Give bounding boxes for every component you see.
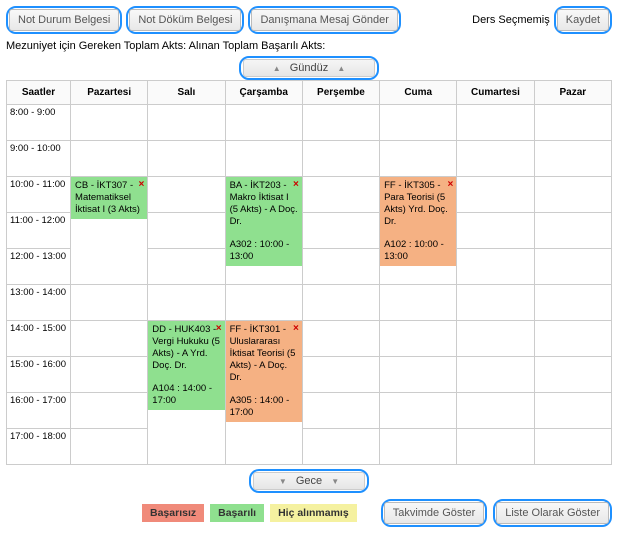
- highlight-ring: Not Durum Belgesi: [6, 6, 122, 34]
- course-loc: A102 : 10:00 - 13:00: [384, 239, 444, 262]
- danismana-mesaj-button[interactable]: Danışmana Mesaj Gönder: [251, 9, 397, 31]
- course-block-ikt307[interactable]: × CB - İKT307 - Matematiksel İktisat I (…: [71, 177, 147, 219]
- highlight-ring: Kaydet: [554, 6, 612, 34]
- time-cell: 15:00 - 16:00: [7, 357, 71, 393]
- course-loc: A302 : 10:00 - 13:00: [230, 239, 290, 262]
- status-text: Ders Seçmemiş: [472, 14, 550, 26]
- chevron-down-icon: ▼: [279, 477, 287, 486]
- time-cell: 17:00 - 18:00: [7, 429, 71, 465]
- takvimde-goster-button[interactable]: Takvimde Göster: [384, 502, 485, 524]
- not-durum-button[interactable]: Not Durum Belgesi: [9, 9, 119, 31]
- course-block-ikt203[interactable]: × BA - İKT203 - Makro İktisat I (5 Akts)…: [226, 177, 302, 266]
- event-cell[interactable]: × FF - İKT305 - Para Teorisi (5 Akts) Yr…: [380, 177, 457, 285]
- close-icon[interactable]: ×: [293, 179, 299, 192]
- time-cell: 8:00 - 9:00: [7, 105, 71, 141]
- gunduz-toggle[interactable]: ▲ Gündüz ▲: [243, 59, 375, 77]
- time-cell: 11:00 - 12:00: [7, 213, 71, 249]
- course-text: FF - İKT305 - Para Teorisi (5 Akts) Yrd.…: [384, 180, 448, 227]
- course-loc: A305 : 14:00 - 17:00: [230, 395, 290, 418]
- table-header-row: Saatler Pazartesi Salı Çarşamba Perşembe…: [7, 81, 612, 105]
- event-cell[interactable]: × DD - HUK403 - Vergi Hukuku (5 Akts) - …: [148, 321, 225, 465]
- course-block-ikt305[interactable]: × FF - İKT305 - Para Teorisi (5 Akts) Yr…: [380, 177, 456, 266]
- band-label: Gece: [296, 475, 322, 487]
- chevron-down-icon: ▼: [331, 477, 339, 486]
- schedule-table: Saatler Pazartesi Salı Çarşamba Perşembe…: [6, 80, 612, 465]
- course-block-huk403[interactable]: × DD - HUK403 - Vergi Hukuku (5 Akts) - …: [148, 321, 224, 410]
- event-cell[interactable]: × BA - İKT203 - Makro İktisat I (5 Akts)…: [225, 177, 302, 285]
- col-header: Cumartesi: [457, 81, 534, 105]
- col-header: Çarşamba: [225, 81, 302, 105]
- col-header: Pazartesi: [71, 81, 148, 105]
- col-header: Salı: [148, 81, 225, 105]
- chevron-up-icon: ▲: [337, 64, 345, 73]
- col-header: Perşembe: [302, 81, 379, 105]
- course-loc: A104 : 14:00 - 17:00: [152, 383, 212, 406]
- akts-summary-line: Mezuniyet için Gereken Toplam Akts: Alın…: [6, 40, 612, 52]
- legend-fail: Başarısız: [142, 504, 204, 522]
- legend-pass: Başarılı: [210, 504, 264, 522]
- legend-none: Hiç alınmamış: [270, 504, 357, 522]
- close-icon[interactable]: ×: [216, 323, 222, 336]
- course-text: DD - HUK403 - Vergi Hukuku (5 Akts) - A …: [152, 324, 220, 371]
- col-header: Pazar: [534, 81, 611, 105]
- highlight-ring: Not Döküm Belgesi: [126, 6, 244, 34]
- course-text: BA - İKT203 - Makro İktisat I (5 Akts) -…: [230, 180, 298, 227]
- band-label: Gündüz: [290, 62, 329, 74]
- top-toolbar: Not Durum Belgesi Not Döküm Belgesi Danı…: [6, 6, 612, 34]
- time-cell: 14:00 - 15:00: [7, 321, 71, 357]
- time-cell: 10:00 - 11:00: [7, 177, 71, 213]
- time-cell: 9:00 - 10:00: [7, 141, 71, 177]
- course-text: CB - İKT307 - Matematiksel İktisat I (3 …: [75, 180, 140, 215]
- event-cell[interactable]: × FF - İKT301 - Uluslararası İktisat Teo…: [225, 321, 302, 465]
- course-text: FF - İKT301 - Uluslararası İktisat Teori…: [230, 324, 296, 383]
- close-icon[interactable]: ×: [138, 179, 144, 192]
- not-dokum-button[interactable]: Not Döküm Belgesi: [129, 9, 241, 31]
- chevron-up-icon: ▲: [273, 64, 281, 73]
- event-cell[interactable]: × CB - İKT307 - Matematiksel İktisat I (…: [71, 177, 148, 285]
- time-cell: 16:00 - 17:00: [7, 393, 71, 429]
- gece-toggle[interactable]: ▼ Gece ▼: [253, 472, 365, 490]
- col-header: Saatler: [7, 81, 71, 105]
- close-icon[interactable]: ×: [448, 179, 454, 192]
- time-cell: 12:00 - 13:00: [7, 249, 71, 285]
- highlight-ring: ▲ Gündüz ▲: [239, 56, 379, 80]
- time-cell: 13:00 - 14:00: [7, 285, 71, 321]
- highlight-ring: Danışmana Mesaj Gönder: [248, 6, 400, 34]
- close-icon[interactable]: ×: [293, 323, 299, 336]
- col-header: Cuma: [380, 81, 457, 105]
- liste-goster-button[interactable]: Liste Olarak Göster: [496, 502, 609, 524]
- highlight-ring: ▼ Gece ▼: [249, 469, 369, 493]
- kaydet-button[interactable]: Kaydet: [557, 9, 609, 31]
- course-block-ikt301[interactable]: × FF - İKT301 - Uluslararası İktisat Teo…: [226, 321, 302, 422]
